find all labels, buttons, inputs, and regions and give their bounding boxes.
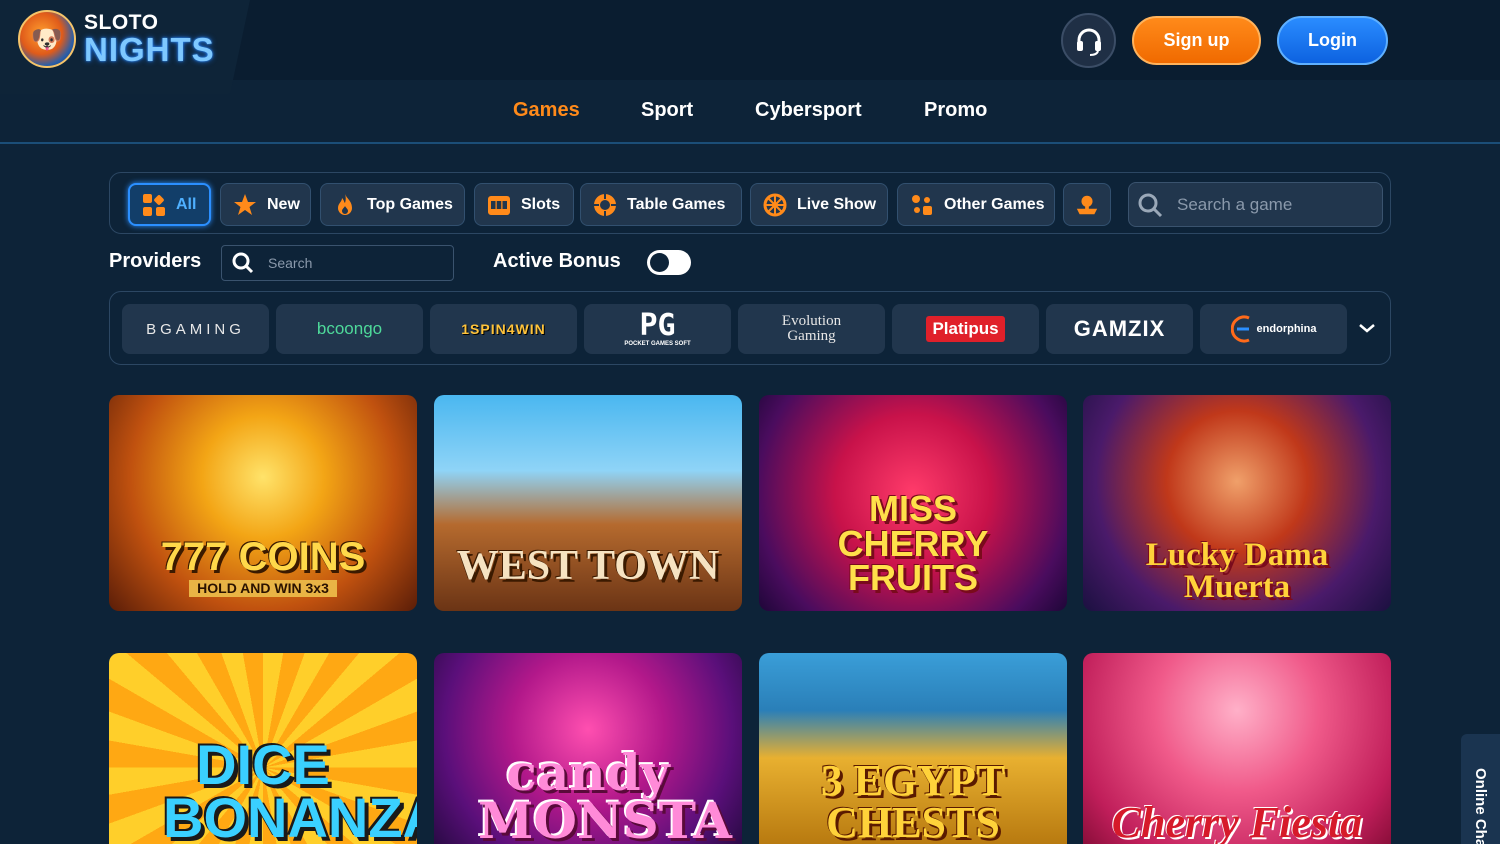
login-button[interactable]: Login bbox=[1277, 16, 1388, 65]
game-title: candy MONSTA bbox=[478, 743, 732, 844]
online-chat-label: Online Chat bbox=[1472, 768, 1489, 844]
category-table-games[interactable]: Table Games bbox=[580, 183, 742, 226]
category-slots[interactable]: Slots bbox=[474, 183, 574, 226]
category-label: Top Games bbox=[367, 195, 453, 213]
provider-label: bcoongo bbox=[316, 319, 383, 338]
provider-label: Evolution bbox=[781, 313, 842, 329]
category-new[interactable]: New bbox=[220, 183, 311, 226]
puzzle-icon bbox=[910, 193, 934, 217]
game-subtitle: HOLD AND WIN 3x3 bbox=[189, 579, 337, 597]
category-top-games[interactable]: Top Games bbox=[320, 183, 465, 226]
provider-endorphina[interactable]: endorphina bbox=[1200, 304, 1347, 354]
game-tile-candy-monsta[interactable]: candy MONSTA bbox=[434, 653, 742, 844]
game-title: 3 EGYPT CHESTS bbox=[820, 756, 1006, 844]
star-icon bbox=[233, 193, 257, 217]
nav-sport[interactable]: Sport bbox=[641, 99, 693, 122]
game-search[interactable] bbox=[1128, 182, 1383, 227]
providers-title: Providers bbox=[109, 250, 202, 272]
game-tile-west-town[interactable]: WEST TOWN bbox=[434, 395, 742, 611]
game-tile-cherry-fiesta[interactable]: Cherry Fiesta bbox=[1083, 653, 1391, 844]
provider-1spin4win[interactable]: 1SPIN4WIN bbox=[430, 304, 577, 354]
provider-bgaming[interactable]: BGAMING bbox=[122, 304, 269, 354]
game-tile-3-egypt-chests[interactable]: 3 EGYPT CHESTS bbox=[759, 653, 1067, 844]
poker-chip-icon bbox=[593, 193, 617, 217]
signup-button[interactable]: Sign up bbox=[1132, 16, 1261, 65]
provider-pg-soft[interactable]: PG POCKET GAMES SOFT bbox=[584, 304, 731, 354]
search-icon bbox=[1138, 193, 1163, 217]
category-lottery[interactable] bbox=[1063, 183, 1111, 226]
provider-gamzix[interactable]: GAMZIX bbox=[1046, 304, 1193, 354]
endorphina-logo-icon bbox=[1230, 315, 1250, 343]
game-title: DICE BONANZA bbox=[163, 732, 417, 844]
game-tile-dice-bonanza[interactable]: DICE BONANZA bbox=[109, 653, 417, 844]
game-title: Lucky Dama Muerta bbox=[1145, 537, 1329, 605]
game-title: 777 COINS bbox=[160, 534, 366, 579]
brand-logo[interactable]: 🐶 SLOTO NIGHTS bbox=[18, 10, 215, 68]
provider-label: PG bbox=[639, 308, 676, 343]
game-tile-miss-cherry-fruits[interactable]: MISS CHERRY FRUITS bbox=[759, 395, 1067, 611]
category-bar: All New Top Games Slots Table Games Live… bbox=[109, 172, 1391, 234]
grid-icon bbox=[142, 193, 166, 217]
main-nav: Games Sport Cybersport Promo bbox=[0, 80, 1500, 144]
provider-label: Platipus bbox=[926, 316, 1005, 342]
online-chat-tab[interactable]: Online Chat bbox=[1461, 734, 1500, 844]
nav-promo[interactable]: Promo bbox=[924, 99, 987, 122]
brand-line1: SLOTO bbox=[84, 11, 159, 34]
search-icon bbox=[232, 252, 254, 274]
provider-booongo[interactable]: bcoongo bbox=[276, 304, 423, 354]
headset-icon bbox=[1076, 28, 1101, 56]
provider-label: BGAMING bbox=[146, 320, 245, 338]
game-tile-777-coins[interactable]: 777 COINS HOLD AND WIN 3x3 bbox=[109, 395, 417, 611]
game-search-input[interactable] bbox=[1177, 194, 1367, 215]
provider-label: GAMZIX bbox=[1073, 316, 1166, 341]
game-title: WEST TOWN bbox=[456, 543, 720, 590]
category-label: New bbox=[267, 195, 300, 213]
mascot-icon: 🐶 bbox=[18, 10, 76, 68]
wheel-icon bbox=[763, 193, 787, 217]
game-tile-lucky-dama-muerta[interactable]: Lucky Dama Muerta bbox=[1083, 395, 1391, 611]
provider-sublabel: Gaming bbox=[787, 328, 836, 344]
provider-platipus[interactable]: Platipus bbox=[892, 304, 1039, 354]
category-other-games[interactable]: Other Games bbox=[897, 183, 1055, 226]
provider-search[interactable] bbox=[221, 245, 454, 281]
chevron-down-icon bbox=[1359, 324, 1375, 333]
category-label: Table Games bbox=[627, 195, 726, 213]
brand-line2: NIGHTS bbox=[84, 31, 215, 68]
providers-expand-button[interactable] bbox=[1355, 316, 1379, 340]
fire-icon bbox=[333, 193, 357, 217]
nav-cybersport[interactable]: Cybersport bbox=[755, 99, 862, 122]
category-label: Slots bbox=[521, 195, 561, 213]
category-label: All bbox=[176, 195, 197, 213]
provider-label: 1SPIN4WIN bbox=[461, 321, 546, 337]
category-label: Other Games bbox=[944, 195, 1045, 213]
active-bonus-label: Active Bonus bbox=[493, 250, 621, 272]
slot-machine-icon bbox=[487, 193, 511, 217]
provider-sublabel: POCKET GAMES SOFT bbox=[624, 341, 691, 347]
category-all[interactable]: All bbox=[128, 183, 211, 226]
active-bonus-toggle[interactable] bbox=[647, 250, 691, 275]
game-title: MISS CHERRY FRUITS bbox=[837, 488, 989, 598]
provider-evolution[interactable]: Evolution Gaming bbox=[738, 304, 885, 354]
nav-games[interactable]: Games bbox=[513, 99, 580, 122]
game-title: Cherry Fiesta bbox=[1111, 798, 1363, 844]
category-live-show[interactable]: Live Show bbox=[750, 183, 888, 226]
category-label: Live Show bbox=[797, 195, 877, 213]
lottery-icon bbox=[1075, 193, 1099, 217]
support-button[interactable] bbox=[1061, 13, 1116, 68]
provider-label: endorphina bbox=[1256, 323, 1317, 335]
provider-bar: BGAMING bcoongo 1SPIN4WIN PG POCKET GAME… bbox=[109, 291, 1391, 365]
provider-search-input[interactable] bbox=[268, 255, 438, 271]
